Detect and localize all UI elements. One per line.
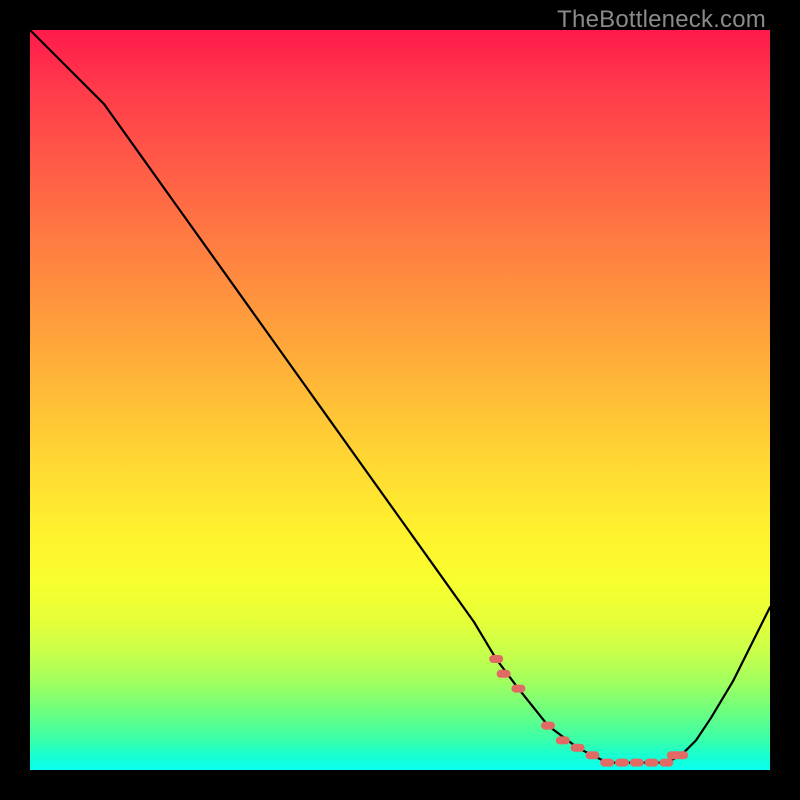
marker-point [674,751,688,759]
marker-point [489,655,503,663]
marker-point [659,759,673,767]
marker-point [497,670,511,678]
marker-point [630,759,644,767]
marker-point [541,722,555,730]
bottleneck-curve [30,30,770,763]
marker-point [645,759,659,767]
marker-point [511,685,525,693]
highlight-markers [489,655,688,767]
chart-frame: TheBottleneck.com [0,0,800,800]
marker-point [556,736,570,744]
marker-point [571,744,585,752]
marker-point [615,759,629,767]
marker-point [585,751,599,759]
chart-svg [30,30,770,770]
marker-point [600,759,614,767]
